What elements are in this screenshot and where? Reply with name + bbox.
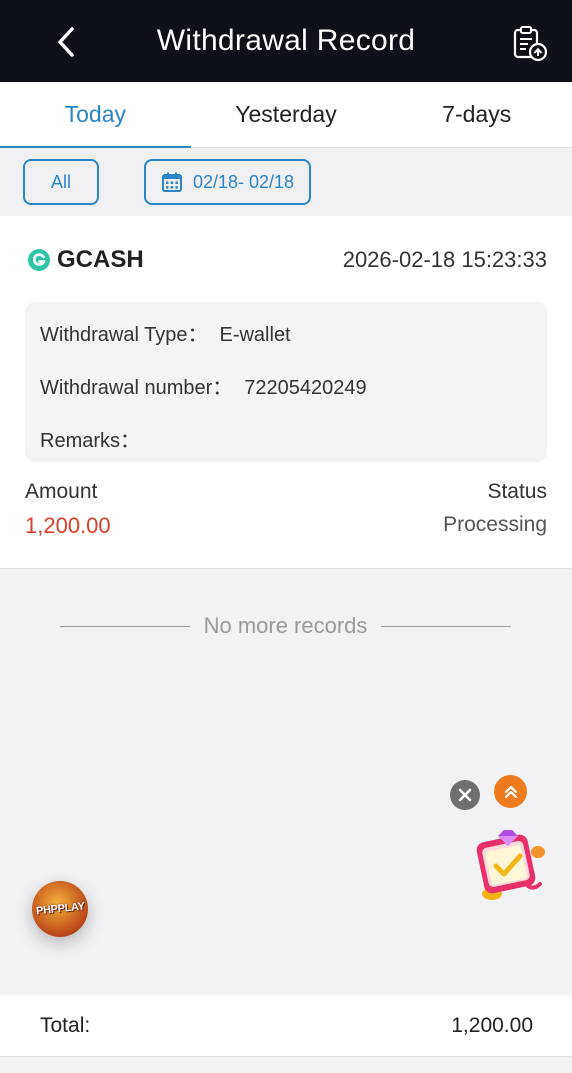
status-value: Processing: [443, 513, 547, 536]
divider-left: [60, 625, 190, 627]
withdrawal-record-card[interactable]: GCASH 2026-02-18 15:23:33 Withdrawal Typ…: [0, 216, 572, 569]
tab-yesterday[interactable]: Yesterday: [191, 82, 382, 147]
brand-logo-button[interactable]: PHPPLAY: [32, 881, 88, 937]
withdrawal-type-label: Withdrawal Type：: [40, 324, 208, 346]
divider-right: [381, 625, 511, 627]
tab-today[interactable]: Today: [0, 82, 191, 148]
total-label: Total:: [40, 1014, 91, 1037]
clipboard-upload-icon: [513, 26, 548, 62]
all-filter-button[interactable]: All: [23, 159, 99, 205]
provider: GCASH: [27, 246, 144, 274]
scroll-top-button[interactable]: [494, 775, 527, 808]
total-value: 1,200.00: [451, 1014, 533, 1037]
status-label: Status: [487, 480, 547, 503]
brand-logo-text: PHPPLAY: [35, 900, 85, 918]
date-range-button[interactable]: 02/18- 02/18: [144, 159, 311, 205]
total-bar: Total: 1,200.00: [0, 995, 572, 1057]
date-range-label: 02/18- 02/18: [192, 171, 295, 192]
record-datetime: 2026-02-18 15:23:33: [342, 247, 547, 272]
close-icon: [458, 788, 472, 802]
close-float-button[interactable]: [450, 780, 480, 810]
page-title: Withdrawal Record: [156, 24, 416, 57]
record-export-button[interactable]: [510, 24, 550, 64]
header-bar: Withdrawal Record: [0, 0, 572, 82]
calendar-icon: [161, 172, 182, 192]
provider-name: GCASH: [57, 246, 144, 273]
no-more-records-text: No more records: [203, 613, 368, 638]
gcash-logo-icon: [28, 249, 50, 271]
record-details: Withdrawal Type： E-wallet Withdrawal numb…: [25, 302, 547, 462]
double-chevron-up-icon: [504, 785, 517, 798]
filter-bar: All 02/18- 02/18: [0, 148, 572, 216]
back-button[interactable]: [50, 24, 82, 60]
no-more-records: No more records: [60, 612, 511, 640]
withdrawal-type-row: Withdrawal Type： E-wallet: [40, 318, 291, 347]
withdrawal-number-label: Withdrawal number：: [40, 377, 233, 399]
gift-envelope-icon: [476, 830, 545, 900]
withdrawal-type-value: E-wallet: [219, 324, 291, 346]
withdrawal-number-row: Withdrawal number： 72205420249: [40, 371, 367, 400]
chevron-left-icon: [58, 27, 74, 57]
date-tabs: Today Yesterday 7-days: [0, 82, 572, 148]
remarks-row: Remarks：: [40, 424, 152, 453]
withdrawal-number-value: 72205420249: [244, 377, 367, 399]
amount-value: 1,200.00: [25, 513, 111, 538]
promo-gift-button[interactable]: [468, 824, 556, 910]
tab-7-days[interactable]: 7-days: [381, 82, 572, 147]
remarks-label: Remarks：: [40, 430, 141, 452]
amount-label: Amount: [25, 480, 98, 503]
